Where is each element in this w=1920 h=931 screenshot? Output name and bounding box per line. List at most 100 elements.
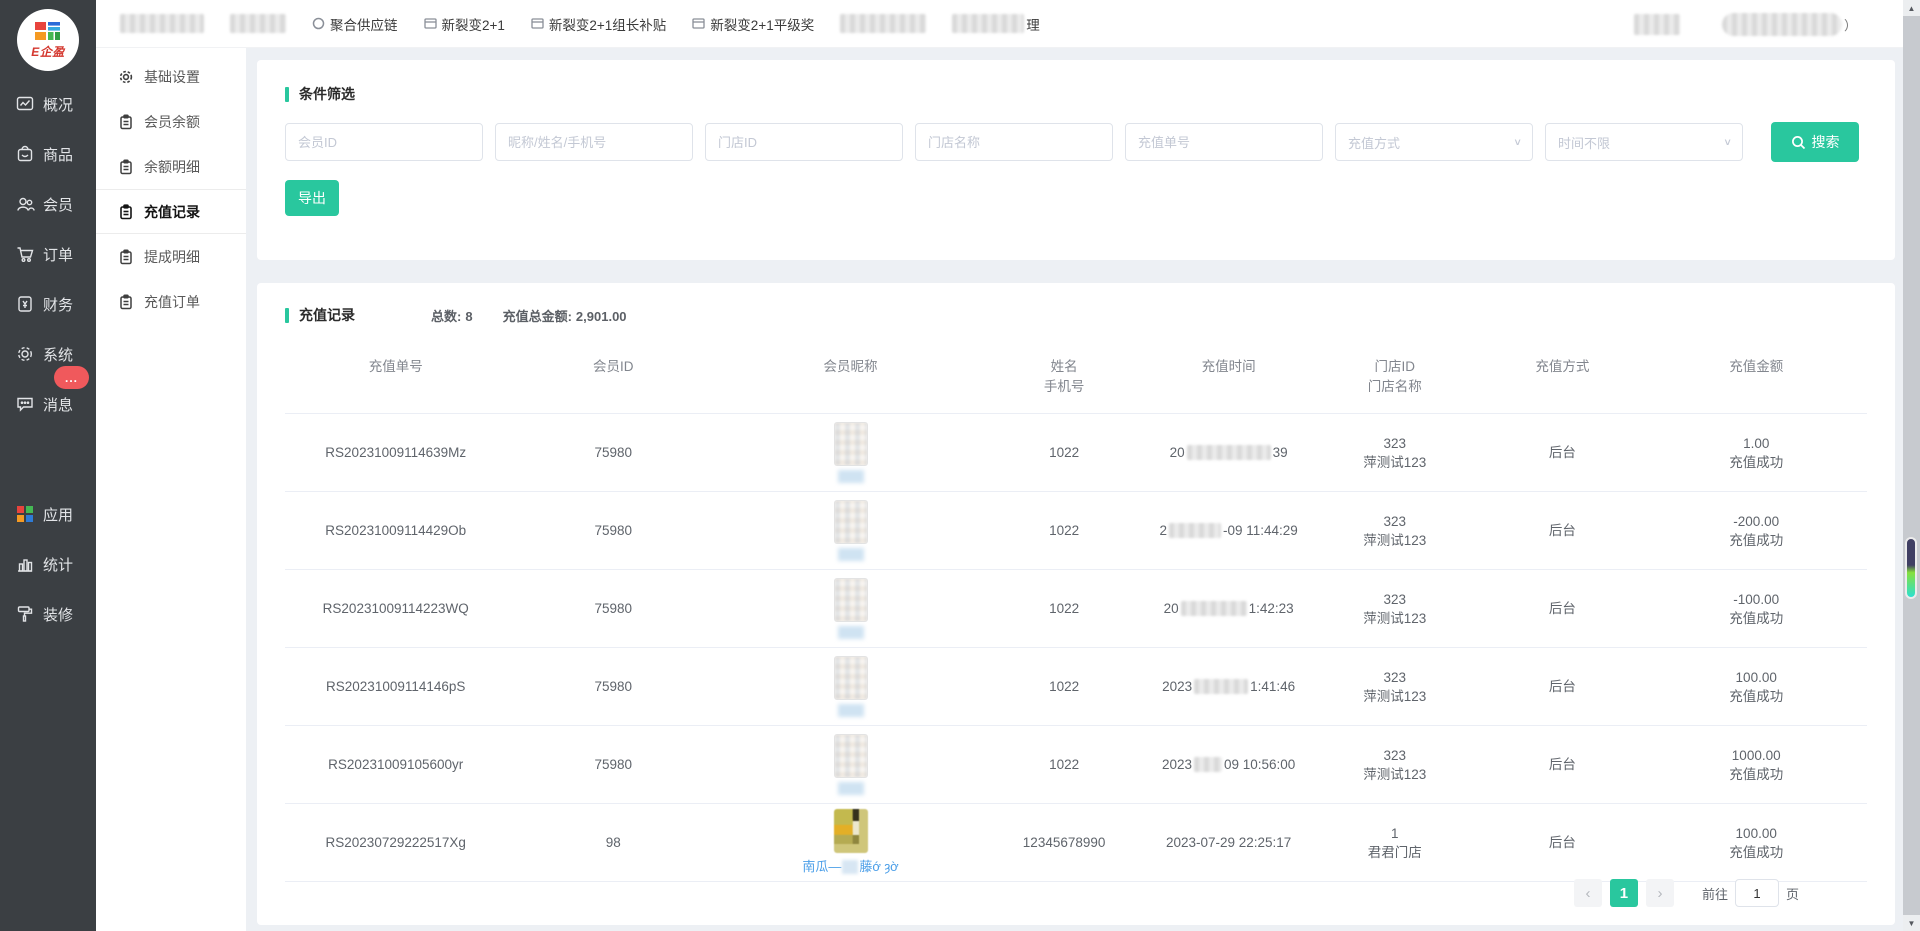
submenu-label: 充值订单 [144,292,200,312]
amount-value: 100.00 [1645,824,1866,843]
table-row[interactable]: RS20231009114429Ob 75980 1022 2 -09 11:4… [285,492,1867,570]
sidebar-item-decorate[interactable]: 装修 [0,589,96,639]
goto-label: 前往 [1702,884,1728,903]
submenu-item-recharge-orders[interactable]: 充值订单 [96,279,246,324]
cell-method: 后台 [1479,833,1645,852]
member-nickname[interactable] [838,704,864,717]
sidebar-item-label: 订单 [43,244,73,265]
title-accent-bar [285,308,289,323]
cell-store: 323 萍测试123 [1310,746,1479,784]
scroll-up-arrow[interactable]: ▲ [1903,0,1920,16]
search-button[interactable]: 搜索 [1771,122,1859,162]
submenu-label: 充值记录 [144,202,200,222]
tab-supply-chain[interactable]: 聚合供应链 [312,14,398,34]
sidebar-item-label: 消息 [43,394,73,415]
redacted-user-block [1634,14,1680,35]
tab-fission-leader-subsidy[interactable]: 新裂变2+1组长补贴 [531,14,666,34]
recharge-order-no-input[interactable] [1125,123,1323,161]
cell-method: 后台 [1479,677,1645,696]
clipboard-icon [118,204,134,220]
cell-order-no: RS20230729222517Xg [285,833,506,852]
table-row[interactable]: RS20230729222517Xg 98 南瓜—藤ớ ȝờ 123456789… [285,804,1867,882]
recharge-status: 充值成功 [1645,609,1866,628]
sidebar-item-finance[interactable]: 财务 [0,279,96,329]
member-nickname[interactable] [838,626,864,639]
table-row[interactable]: RS20231009105600yr 75980 1022 2023 09 10… [285,726,1867,804]
export-button[interactable]: 导出 [285,180,339,216]
store-name-input[interactable] [915,123,1113,161]
ring-icon [312,17,325,30]
tab-fission-2plus1[interactable]: 新裂变2+1 [424,14,505,34]
scrollbar-thumb[interactable] [1905,537,1917,599]
time-prefix: 2023-07-29 22:25:17 [1166,833,1291,852]
goto-page-group: 前往 页 [1702,879,1799,907]
sidebar-spacer [0,429,96,489]
cell-member-id: 75980 [506,599,720,618]
member-nickname[interactable]: 南瓜—藤ớ ȝờ [802,857,898,876]
redacted-nav-item[interactable] [840,14,926,33]
title-accent-bar [285,87,289,102]
table-row[interactable]: RS20231009114223WQ 75980 1022 20 1:42:23… [285,570,1867,648]
table-row[interactable]: RS20231009114146pS 75980 1022 2023 1:41:… [285,648,1867,726]
amount-value: 1.00 [1645,434,1866,453]
member-id-input[interactable] [285,123,483,161]
redacted-nav-item[interactable] [230,14,286,33]
sidebar-item-members[interactable]: 会员 [0,179,96,229]
submenu-sidebar: 基础设置 会员余额 余额明细 充值记录 提成明细 充值订单 [96,48,246,931]
member-nickname[interactable] [838,470,864,483]
main-content: 条件筛选 充值方式 ∨ 时间不限 ∨ 搜索 导出 [246,48,1903,931]
pagination: ‹ 1 › 前往 页 [1574,879,1799,907]
tab-fission-peer-reward[interactable]: 新裂变2+1平级奖 [692,14,814,34]
sidebar-item-apps[interactable]: 应用 [0,489,96,539]
member-nickname[interactable] [838,782,864,795]
records-title-text: 充值记录 [299,305,355,325]
filter-row: 充值方式 ∨ 时间不限 ∨ 搜索 [285,122,1867,162]
cell-amount: -100.00 充值成功 [1645,590,1866,628]
prev-page-button[interactable]: ‹ [1574,879,1602,907]
card-icon [424,17,437,30]
submenu-item-commission-detail[interactable]: 提成明细 [96,234,246,279]
tab-partially-redacted[interactable]: 理 [952,14,1040,34]
col-method: 充值方式 [1479,357,1645,397]
sidebar-item-orders[interactable]: 订单 [0,229,96,279]
next-page-button[interactable]: › [1646,879,1674,907]
sidebar-item-statistics[interactable]: 统计 [0,539,96,589]
table-header: 充值单号 会员ID 会员昵称 姓名手机号 充值时间 门店ID门店名称 充值方式 … [285,351,1867,414]
submenu-item-balance-detail[interactable]: 余额明细 [96,144,246,189]
time-redaction [1169,523,1221,538]
submenu-item-member-balance[interactable]: 会员余额 [96,99,246,144]
redacted-nav-item[interactable] [120,14,204,33]
scroll-down-arrow[interactable]: ▼ [1903,915,1920,931]
table-row[interactable]: RS20231009114639Mz 75980 1022 20 39 323 … [285,414,1867,492]
cell-name-phone: 1022 [981,677,1147,696]
submenu-item-recharge-records[interactable]: 充值记录 [96,189,246,234]
cell-member-id: 75980 [506,443,720,462]
member-avatar [834,656,868,700]
clipboard-icon [118,159,134,175]
export-button-label: 导出 [298,188,326,208]
member-avatar [834,578,868,622]
cell-member-nickname [720,422,981,483]
amount-value: -100.00 [1645,590,1866,609]
recharge-method-select[interactable]: 充值方式 ∨ [1335,123,1533,161]
store-id-input[interactable] [705,123,903,161]
nickname-name-phone-input[interactable] [495,123,693,161]
sidebar-item-messages[interactable]: 消息 ... [0,379,96,429]
clipboard-icon [118,294,134,310]
submenu-item-basic-settings[interactable]: 基础设置 [96,54,246,99]
store-name: 萍测试123 [1310,687,1479,706]
sidebar-item-goods[interactable]: 商品 [0,129,96,179]
time-prefix: 2 [1159,521,1167,540]
sidebar-item-overview[interactable]: 概况 [0,79,96,129]
top-nav-tabs: 聚合供应链 新裂变2+1 新裂变2+1组长补贴 新裂变2+1平级奖 理 [96,14,1040,34]
goto-page-input[interactable] [1735,879,1779,907]
member-nickname[interactable] [838,548,864,561]
page-1-button[interactable]: 1 [1610,879,1638,907]
redacted-account-pill[interactable] [1722,13,1842,36]
time-suffix: 09 10:56:00 [1224,755,1295,774]
cell-store: 323 萍测试123 [1310,668,1479,706]
cell-recharge-time: 20 1:42:23 [1147,599,1310,618]
time-range-select[interactable]: 时间不限 ∨ [1545,123,1743,161]
store-name: 萍测试123 [1310,531,1479,550]
tab-label: 聚合供应链 [330,14,398,34]
